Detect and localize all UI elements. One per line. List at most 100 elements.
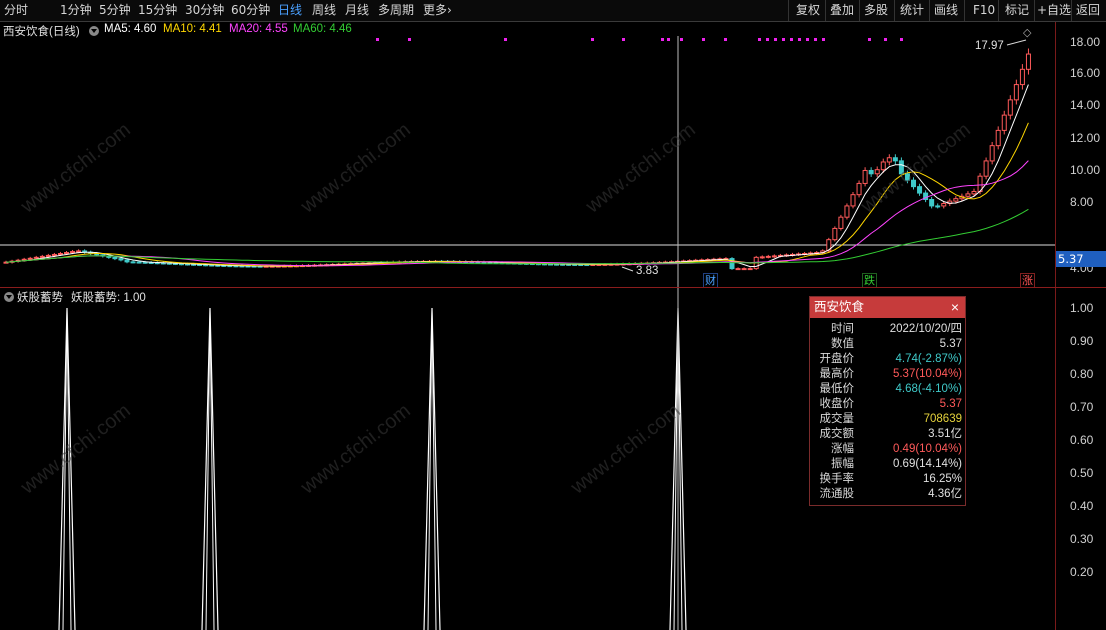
candle-body <box>844 205 850 218</box>
candle-body <box>874 169 880 175</box>
info-row-label: 收盘价 <box>819 398 855 410</box>
back-button[interactable]: 返回 <box>1076 2 1100 18</box>
close-icon[interactable]: × <box>951 297 959 318</box>
candle-body <box>832 227 838 241</box>
tab-monthly[interactable]: 月线 <box>345 2 369 18</box>
bar-info-popup[interactable]: 西安饮食 × 时间 2022/10/20/四 数值 5.37 开盘价 4.74(-2.87… <box>809 296 966 506</box>
diamond-icon[interactable]: ◇ <box>1023 26 1031 39</box>
price-tick: 8.00 <box>1070 195 1094 209</box>
indicator-tick: 0.20 <box>1070 565 1094 579</box>
candle-body <box>983 160 989 177</box>
current-price-tag: 5.37 <box>1056 251 1106 267</box>
candle-body <box>130 261 136 264</box>
info-row-value: 4.36亿 <box>928 488 962 500</box>
candle-body <box>880 161 886 171</box>
candle-body <box>124 259 130 263</box>
candle-body <box>729 258 735 270</box>
price-axis-line <box>1055 22 1056 287</box>
tab-15min[interactable]: 15分钟 <box>138 2 177 18</box>
event-badge-fall[interactable]: 跌 <box>862 273 877 288</box>
tab-30min[interactable]: 30分钟 <box>185 2 224 18</box>
tab-more[interactable]: 更多› <box>423 2 452 18</box>
signal-dot <box>661 38 664 41</box>
signal-dot <box>822 38 825 41</box>
signal-dot <box>504 38 507 41</box>
info-row: 振幅 0.69(14.14%) <box>810 457 965 472</box>
tab-weekly[interactable]: 周线 <box>312 2 336 18</box>
candle-body <box>1007 99 1013 116</box>
signal-dot <box>900 38 903 41</box>
candle-body <box>27 257 33 260</box>
mark-button[interactable]: 标记 <box>1005 2 1029 18</box>
signal-dot <box>724 38 727 41</box>
info-row-value: 2022/10/20/四 <box>889 323 962 335</box>
ma60-legend: MA60: 4.46 <box>293 23 352 35</box>
indicator-dropdown-icon[interactable] <box>4 292 14 302</box>
candle-body <box>39 255 45 258</box>
info-row-label: 成交量 <box>819 413 855 425</box>
candle-body <box>941 203 947 207</box>
signal-dot <box>758 38 761 41</box>
indicator-spike <box>201 307 219 630</box>
candle-body <box>838 216 844 229</box>
statistics-button[interactable]: 统计 <box>900 2 924 18</box>
event-badge-finance[interactable]: 财 <box>703 273 718 288</box>
add-watchlist-button[interactable]: +自选 <box>1037 2 1071 18</box>
price-tick: 16.00 <box>1070 66 1101 80</box>
signal-dot <box>782 38 785 41</box>
high-price-label: 17.97 <box>975 40 1004 52</box>
indicator-tick: 0.80 <box>1070 367 1094 381</box>
signal-dot <box>408 38 411 41</box>
info-row-value: 3.51亿 <box>928 428 962 440</box>
info-row: 换手率 16.25% <box>810 472 965 487</box>
tab-fenshi[interactable]: 分时 <box>4 2 28 18</box>
candle-body <box>142 261 148 264</box>
candle-body <box>1013 84 1019 101</box>
signal-dot <box>680 38 683 41</box>
tab-multi-period[interactable]: 多周期 <box>378 2 414 18</box>
info-popup-title: 西安饮食 <box>814 300 865 314</box>
dropdown-icon[interactable] <box>89 26 99 36</box>
high-annotation-line <box>1006 39 1027 46</box>
overlay-button[interactable]: 叠加 <box>830 2 854 18</box>
price-tick: 12.00 <box>1070 131 1101 145</box>
info-popup-header[interactable]: 西安饮食 × <box>810 297 965 318</box>
tab-60min[interactable]: 60分钟 <box>231 2 270 18</box>
candle-body <box>765 255 771 258</box>
draw-line-button[interactable]: 画线 <box>934 2 958 18</box>
fuquan-button[interactable]: 复权 <box>796 2 820 18</box>
signal-dot <box>591 38 594 41</box>
signal-dot <box>622 38 625 41</box>
ma10-legend: MA10: 4.41 <box>163 23 222 35</box>
indicator-tick: 1.00 <box>1070 301 1094 315</box>
info-row-value: 5.37 <box>939 398 962 410</box>
candle-body <box>118 258 124 261</box>
multi-stock-button[interactable]: 多股 <box>864 2 888 18</box>
candle-body <box>862 169 868 184</box>
signal-dot <box>814 38 817 41</box>
low-price-label: 3.83 <box>636 265 659 277</box>
tab-5min[interactable]: 5分钟 <box>99 2 131 18</box>
signal-dot <box>790 38 793 41</box>
candle-body <box>868 169 874 175</box>
tab-more-label: 更多 <box>423 3 448 17</box>
f10-button[interactable]: F10 <box>973 2 995 18</box>
candle-body <box>112 256 118 260</box>
candle-body <box>1025 53 1031 70</box>
kline-panel[interactable]: www.cfchi.com www.cfchi.com www.cfchi.co… <box>0 22 1106 288</box>
info-row-label: 数值 <box>831 338 854 350</box>
signal-dot <box>376 38 379 41</box>
ma20-legend: MA20: 4.55 <box>229 23 288 35</box>
info-row-value: 708639 <box>923 413 962 425</box>
info-row: 数值 5.37 <box>810 337 965 352</box>
candle-body <box>759 256 765 259</box>
signal-dot <box>774 38 777 41</box>
info-row-value: 0.49(10.04%) <box>892 443 962 455</box>
low-annotation-line <box>621 266 634 272</box>
candle-body <box>33 256 39 259</box>
tab-daily[interactable]: 日线 <box>278 2 302 18</box>
tab-1min[interactable]: 1分钟 <box>60 2 92 18</box>
indicator-axis-line <box>1055 288 1056 630</box>
event-badge-rise[interactable]: 涨 <box>1020 273 1035 288</box>
info-row-value: 5.37(10.04%) <box>892 368 962 380</box>
